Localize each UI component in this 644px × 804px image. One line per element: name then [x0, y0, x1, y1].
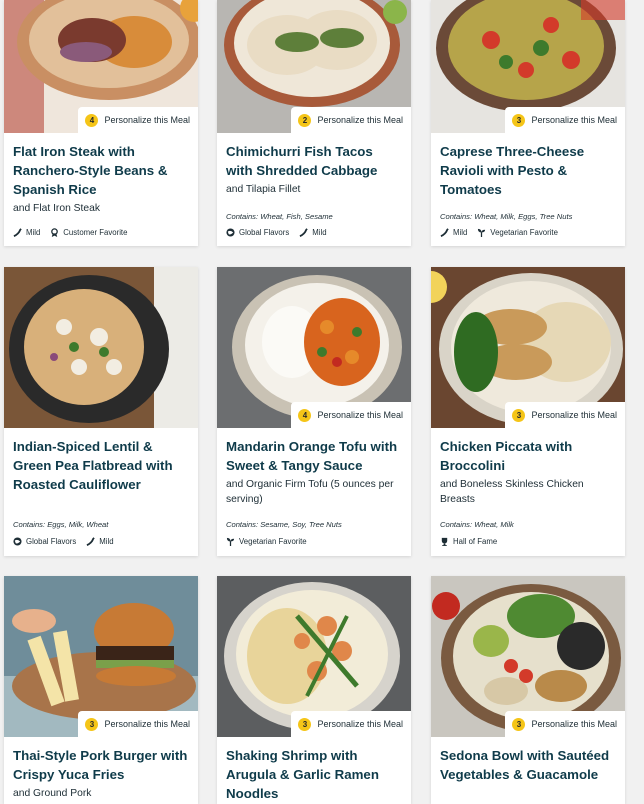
personalize-count-badge: 3 [512, 408, 526, 422]
personalize-count-badge: 3 [298, 717, 312, 731]
personalize-meal-button[interactable]: 4 Personalize this Meal [291, 402, 411, 428]
personalize-meal-button[interactable]: 3 Personalize this Meal [291, 711, 411, 737]
tag-label: Vegetarian Favorite [239, 537, 307, 546]
meal-tags: Mild Vegetarian Favorite [440, 228, 558, 237]
allergen-contains: Contains: Wheat, Milk, Eggs, Tree Nuts [440, 212, 573, 221]
meal-photo[interactable]: 3 Personalize this Meal [431, 267, 625, 428]
tag-mild: Mild [440, 228, 467, 237]
meal-title[interactable]: Indian-Spiced Lentil & Green Pea Flatbre… [13, 437, 190, 494]
meal-tags: Mild Customer Favorite [13, 228, 127, 237]
meal-card-thai-style-pork-burger[interactable]: 3 Personalize this Meal Thai-Style Pork … [4, 576, 198, 804]
tag-global-flavors: Global Flavors [13, 537, 76, 546]
pepper-icon [13, 228, 22, 237]
allergen-contains: Contains: Sesame, Soy, Tree Nuts [226, 520, 342, 529]
pepper-icon [440, 228, 449, 237]
personalize-count-badge: 4 [85, 113, 99, 127]
allergen-contains: Contains: Wheat, Fish, Sesame [226, 212, 333, 221]
meal-tags: Global Flavors Mild [226, 228, 327, 237]
personalize-label: Personalize this Meal [531, 115, 617, 125]
personalize-label: Personalize this Meal [317, 410, 403, 420]
meal-subtitle: and Boneless Skinless Chicken Breasts [440, 479, 584, 505]
tag-label: Global Flavors [239, 228, 290, 237]
meal-title[interactable]: Shaking Shrimp with Arugula & Garlic Ram… [226, 746, 403, 803]
sprout-icon [478, 228, 486, 237]
personalize-label: Personalize this Meal [317, 719, 403, 729]
meal-subtitle: and Ground Pork [13, 788, 92, 799]
meal-title[interactable]: Thai-Style Pork Burger with Crispy Yuca … [13, 746, 190, 784]
personalize-label: Personalize this Meal [531, 410, 617, 420]
meal-card-chicken-piccata[interactable]: 3 Personalize this Meal Chicken Piccata … [431, 267, 625, 556]
meal-tags: Vegetarian Favorite [226, 537, 307, 546]
personalize-meal-button[interactable]: 4 Personalize this Meal [78, 107, 198, 133]
tag-vegetarian-favorite: Vegetarian Favorite [226, 537, 307, 546]
tag-mild: Mild [299, 228, 327, 237]
meal-title[interactable]: Flat Iron Steak with Ranchero-Style Bean… [13, 142, 190, 199]
tag-mild: Mild [13, 228, 40, 237]
globe-icon [13, 537, 22, 546]
personalize-count-badge: 3 [512, 717, 526, 731]
meal-title[interactable]: Caprese Three-Cheese Ravioli with Pesto … [440, 142, 617, 199]
tag-label: Vegetarian Favorite [490, 228, 558, 237]
personalize-meal-button[interactable]: 3 Personalize this Meal [505, 107, 625, 133]
personalize-label: Personalize this Meal [317, 115, 403, 125]
meal-photo[interactable]: 4 Personalize this Meal [217, 267, 411, 428]
meal-card-sedona-bowl[interactable]: 3 Personalize this Meal Sedona Bowl with… [431, 576, 625, 804]
award-icon [51, 228, 59, 237]
tag-label: Mild [453, 228, 468, 237]
meal-card-flat-iron-steak[interactable]: 4 Personalize this Meal Flat Iron Steak … [4, 0, 198, 246]
meal-photo[interactable]: 3 Personalize this Meal [4, 576, 198, 737]
tag-global-flavors: Global Flavors [226, 228, 289, 237]
personalize-meal-button[interactable]: 3 Personalize this Meal [505, 402, 625, 428]
meal-title[interactable]: Sedona Bowl with Sautéed Vegetables & Gu… [440, 746, 617, 784]
tag-vegetarian-favorite: Vegetarian Favorite [477, 228, 558, 237]
pepper-icon [86, 537, 96, 546]
meal-title[interactable]: Chimichurri Fish Tacos with Shredded Cab… [226, 142, 403, 180]
personalize-label: Personalize this Meal [104, 115, 190, 125]
meal-tags: Global Flavors Mild [13, 537, 114, 546]
meal-card-shaking-shrimp[interactable]: 3 Personalize this Meal Shaking Shrimp w… [217, 576, 411, 804]
tag-customer-favorite: Customer Favorite [50, 228, 127, 237]
meal-card-caprese-ravioli[interactable]: 3 Personalize this Meal Caprese Three-Ch… [431, 0, 625, 246]
meal-photo-image [4, 267, 198, 428]
meal-tags: Hall of Fame [440, 537, 497, 546]
sprout-icon [226, 537, 235, 546]
tag-label: Mild [26, 228, 41, 237]
tag-label: Mild [312, 228, 327, 237]
meal-photo[interactable]: 3 Personalize this Meal [431, 0, 625, 133]
tag-label: Global Flavors [26, 537, 77, 546]
personalize-label: Personalize this Meal [531, 719, 617, 729]
personalize-count-badge: 3 [512, 113, 526, 127]
personalize-label: Personalize this Meal [104, 719, 190, 729]
tag-mild: Mild [86, 537, 114, 546]
allergen-contains: Contains: Wheat, Milk [440, 520, 514, 529]
tag-label: Mild [99, 537, 114, 546]
meal-card-chimichurri-fish-tacos[interactable]: 2 Personalize this Meal Chimichurri Fish… [217, 0, 411, 246]
personalize-meal-button[interactable]: 2 Personalize this Meal [291, 107, 411, 133]
meal-card-mandarin-orange-tofu[interactable]: 4 Personalize this Meal Mandarin Orange … [217, 267, 411, 556]
meal-photo[interactable]: 2 Personalize this Meal [217, 0, 411, 133]
meal-title[interactable]: Mandarin Orange Tofu with Sweet & Tangy … [226, 437, 403, 475]
meal-card-indian-spiced-lentil-flatbread[interactable]: Indian-Spiced Lentil & Green Pea Flatbre… [4, 267, 198, 556]
tag-label: Customer Favorite [63, 228, 128, 237]
meal-photo[interactable]: 3 Personalize this Meal [217, 576, 411, 737]
personalize-count-badge: 3 [85, 717, 99, 731]
meal-title[interactable]: Chicken Piccata with Broccolini [440, 437, 617, 475]
tag-label: Hall of Fame [453, 537, 498, 546]
meal-photo[interactable]: 3 Personalize this Meal [431, 576, 625, 737]
meal-subtitle: and Organic Firm Tofu (5 ounces per serv… [226, 479, 394, 505]
tag-hall-of-fame: Hall of Fame [440, 537, 497, 546]
trophy-icon [441, 537, 448, 546]
meal-photo[interactable] [4, 267, 198, 428]
pepper-icon [299, 228, 309, 237]
meal-subtitle: and Tilapia Fillet [226, 184, 301, 195]
personalize-meal-button[interactable]: 3 Personalize this Meal [505, 711, 625, 737]
meal-subtitle: and Flat Iron Steak [13, 203, 101, 214]
personalize-meal-button[interactable]: 3 Personalize this Meal [78, 711, 198, 737]
personalize-count-badge: 4 [298, 408, 312, 422]
globe-icon [226, 228, 235, 237]
personalize-count-badge: 2 [298, 113, 312, 127]
meal-photo[interactable]: 4 Personalize this Meal [4, 0, 198, 133]
allergen-contains: Contains: Eggs, Milk, Wheat [13, 520, 109, 529]
